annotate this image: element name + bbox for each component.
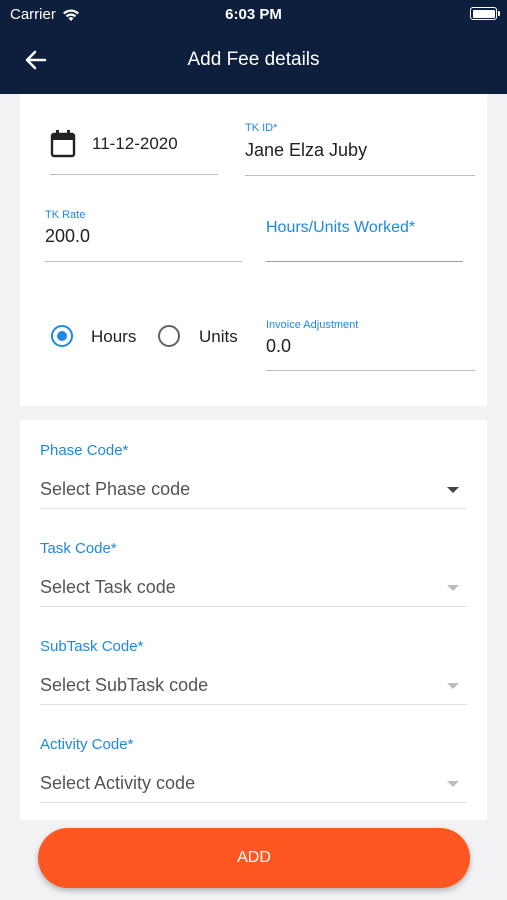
task-code-underline [40, 606, 467, 607]
task-code-select[interactable]: Task Code* Select Task code [20, 518, 487, 610]
activity-code-select[interactable]: Activity Code* Select Activity code [20, 714, 487, 806]
chevron-down-icon [447, 781, 459, 787]
phase-code-underline [40, 508, 467, 509]
activity-code-value: Select Activity code [40, 773, 196, 793]
tk-id-label: TK ID* [245, 122, 278, 134]
invoice-adjustment-label: Invoice Adjustment [266, 319, 359, 331]
add-button[interactable]: ADD [38, 828, 470, 888]
invoice-adjustment-value: 0.0 [266, 336, 292, 356]
subtask-code-select[interactable]: SubTask Code* Select SubTask code [20, 616, 487, 708]
page-title: Add Fee details [187, 49, 320, 70]
date-value: 11-12-2020 [92, 134, 178, 153]
tk-id-field[interactable]: TK ID* Jane Elza Juby [245, 120, 475, 176]
task-code-label: Task Code* [40, 540, 117, 557]
chevron-down-icon [447, 683, 459, 689]
invoice-adjustment-field[interactable]: Invoice Adjustment 0.0 [266, 318, 475, 372]
hours-units-field[interactable]: Hours/Units Worked* [266, 214, 463, 264]
tk-id-underline [245, 175, 475, 176]
chevron-down-icon [447, 585, 459, 591]
subtask-code-label: SubTask Code* [40, 638, 144, 655]
hours-radio[interactable] [51, 325, 73, 347]
tk-rate-field[interactable]: TK Rate 200.0 [45, 208, 242, 262]
phase-code-value: Select Phase code [40, 479, 191, 499]
units-radio[interactable] [158, 325, 180, 347]
app-header: Carrier 6:03 PM Add Fee details [0, 0, 507, 94]
date-field[interactable]: 11-12-2020 [50, 124, 218, 176]
units-radio-label[interactable]: Units [199, 327, 238, 347]
invoice-adjustment-underline [266, 370, 475, 371]
tk-rate-underline [45, 261, 242, 262]
hours-radio-label[interactable]: Hours [91, 327, 136, 347]
subtask-code-underline [40, 704, 467, 705]
date-underline [50, 174, 218, 175]
phase-code-label: Phase Code* [40, 442, 129, 459]
hours-units-label: Hours/Units Worked* [266, 219, 416, 236]
activity-code-underline [40, 802, 467, 803]
chevron-down-icon [447, 487, 459, 493]
tk-id-value: Jane Elza Juby [245, 140, 368, 160]
task-code-value: Select Task code [40, 577, 176, 597]
subtask-code-value: Select SubTask code [40, 675, 209, 695]
tk-rate-value: 200.0 [45, 226, 91, 246]
activity-code-label: Activity Code* [40, 736, 134, 753]
phase-code-select[interactable]: Phase Code* Select Phase code [20, 420, 487, 512]
hours-units-underline [266, 261, 463, 262]
battery-icon [470, 7, 500, 20]
codes-card: Phase Code* Select Phase code Task Code*… [20, 420, 487, 820]
tk-rate-label: TK Rate [45, 209, 86, 221]
status-time: 6:03 PM [225, 6, 282, 23]
fee-details-card: 11-12-2020 TK ID* Jane Elza Juby TK Rate… [20, 94, 487, 406]
calendar-icon [50, 130, 76, 158]
